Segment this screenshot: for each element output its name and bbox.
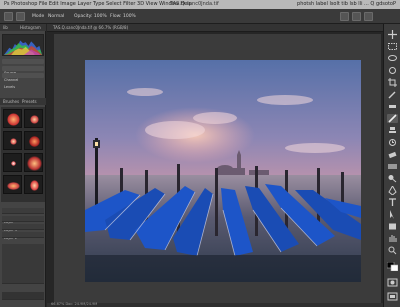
dodge-tool-icon[interactable] <box>387 174 398 183</box>
window-title: TAS.Q.sanc0Jnda.tif <box>170 1 219 7</box>
tool-preset-button[interactable] <box>4 12 13 21</box>
type-tool-icon[interactable] <box>387 198 398 207</box>
move-tool-icon[interactable] <box>387 30 398 39</box>
brush-tool-icon[interactable] <box>387 114 398 123</box>
channel-label: Channel <box>4 78 19 82</box>
tab-brushes[interactable]: Brushes <box>3 98 19 105</box>
system-menu[interactable]: photsh label lsolt tib lsb lli ... Q gds… <box>297 0 396 9</box>
crop-tool-icon[interactable] <box>387 78 398 87</box>
brush-preset[interactable] <box>24 131 43 150</box>
brush-picker-button[interactable] <box>16 12 25 21</box>
brush-preset[interactable] <box>3 109 22 128</box>
brush-preset[interactable] <box>24 109 43 128</box>
foreground-water <box>85 255 361 282</box>
canvas-frame <box>54 34 381 303</box>
layer-row[interactable]: Layer 2 <box>2 224 44 240</box>
layer-row[interactable]: Layer 1 <box>2 216 44 232</box>
mode-label: Mode <box>32 14 45 19</box>
app-menu[interactable]: Ps Photoshop File Edit Image Layer Type … <box>4 0 192 9</box>
opacity-field[interactable]: Opacity: 100% <box>74 9 107 24</box>
hand-tool-icon[interactable] <box>387 234 398 243</box>
tab-histogram[interactable]: Histogram <box>20 24 41 31</box>
tools-panel <box>383 24 400 307</box>
brush-preset[interactable] <box>3 131 22 150</box>
quick-select-tool-icon[interactable] <box>387 66 398 75</box>
marquee-tool-icon[interactable] <box>387 42 398 51</box>
brush-presets-grid <box>1 107 45 202</box>
document-tab-label: TAS.Q.sanc0Jnda.tif @ 66.7% (RGB/8) <box>53 25 129 30</box>
mode-select[interactable]: Normal <box>48 9 64 24</box>
layer-actions-bar <box>2 292 44 300</box>
zoom-tool-icon[interactable] <box>387 246 398 255</box>
quick-mask-icon[interactable] <box>387 278 398 287</box>
flow-field[interactable]: Flow: 100% <box>110 9 136 24</box>
status-text: 66.67% Doc: 24.9M/24.9M <box>51 302 98 306</box>
brush-preset[interactable] <box>24 153 43 172</box>
histogram-graph <box>2 34 44 56</box>
pen-tool-icon[interactable] <box>387 186 398 195</box>
gradient-tool-icon[interactable] <box>387 162 398 171</box>
brush-preset[interactable] <box>24 175 43 194</box>
layer-row[interactable]: Layer <box>2 208 44 224</box>
eyedropper-tool-icon[interactable] <box>387 90 398 99</box>
brush-preset[interactable] <box>3 175 22 194</box>
brush-panel-tabs: Brushes Presets <box>0 98 46 105</box>
share-button[interactable] <box>364 12 373 21</box>
tab-presets[interactable]: Presets <box>22 98 37 105</box>
options-bar: Mode Normal Opacity: 100% Flow: 100% <box>0 9 400 24</box>
histogram-channel-row[interactable]: Channel <box>2 66 44 82</box>
status-bar: 66.67% Doc: 24.9M/24.9M <box>47 302 383 307</box>
photo-canvas[interactable] <box>85 60 361 282</box>
layer-row[interactable]: Background <box>2 232 44 248</box>
workspace-button[interactable] <box>352 12 361 21</box>
clone-stamp-tool-icon[interactable] <box>387 126 398 135</box>
tab-library[interactable]: lib <box>3 24 8 31</box>
path-selection-tool-icon[interactable] <box>387 210 398 219</box>
document-area: TAS.Q.sanc0Jnda.tif @ 66.7% (RGB/8) <box>47 24 383 303</box>
eraser-tool-icon[interactable] <box>387 150 398 159</box>
menu-bar: Ps Photoshop File Edit Image Layer Type … <box>0 0 400 9</box>
document-tab[interactable]: TAS.Q.sanc0Jnda.tif @ 66.7% (RGB/8) <box>47 24 383 32</box>
foreground-color-swatch[interactable] <box>387 262 398 271</box>
histogram-source-row[interactable]: Source <box>2 59 44 75</box>
brush-preset[interactable] <box>3 153 22 172</box>
search-button[interactable] <box>340 12 349 21</box>
panel-tabs: lib Histogram <box>0 24 46 31</box>
lasso-tool-icon[interactable] <box>387 54 398 63</box>
histogram-levels-row[interactable]: Levels <box>2 73 44 89</box>
left-panel-dock: lib Histogram Source Channel Levels Brus… <box>0 24 46 307</box>
history-brush-tool-icon[interactable] <box>387 138 398 147</box>
shape-tool-icon[interactable] <box>387 222 398 231</box>
healing-brush-tool-icon[interactable] <box>387 102 398 111</box>
levels-label: Levels <box>4 85 16 89</box>
layers-list <box>2 244 44 284</box>
screen-mode-icon[interactable] <box>387 292 398 301</box>
